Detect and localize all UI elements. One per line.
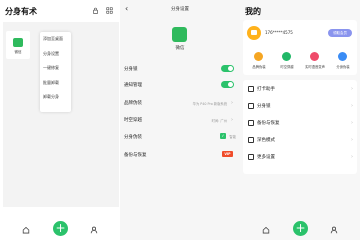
setting-row-backup[interactable]: 备份与恢复 VIP <box>123 148 237 162</box>
setting-label: 品牌伪装 <box>124 101 142 106</box>
lock-icon <box>248 103 254 109</box>
location-icon <box>282 52 291 61</box>
setting-label: 分身伪装 <box>124 135 142 140</box>
menu-item-repair[interactable]: 一键修复 <box>40 61 71 76</box>
menu-item-batch-uninstall[interactable]: 批量卸载 <box>40 76 71 91</box>
chevron-right-icon: › <box>231 100 233 106</box>
app-name: 微信 <box>175 46 185 51</box>
menu-item-backup[interactable]: 备份与恢复 › <box>243 116 357 131</box>
context-menu: 添加至桌面 分身设置 一键修复 批量卸载 卸载分身 <box>40 32 71 112</box>
calendar-icon <box>248 86 254 92</box>
user-card: 176*****4575 领取会员 品牌伪装 时空穿越 实时语音变声 分身伪装 <box>243 20 357 75</box>
home-screen: 分身有术 微信 添加至桌面 分身设置 一键修复 批量卸载 卸载分身 + <box>0 0 120 240</box>
vip-badge: VIP <box>222 151 233 157</box>
quick-action-label: 分身伪装 <box>336 65 350 69</box>
menu-item-add-desktop[interactable]: 添加至桌面 <box>40 32 71 47</box>
chevron-right-icon: › <box>351 120 353 126</box>
page-title: 分身有术 <box>5 7 37 16</box>
profile-icon[interactable] <box>90 226 98 234</box>
setting-row-clone-lock: 分身锁 <box>123 62 237 76</box>
add-clone-button[interactable]: + <box>293 221 308 236</box>
setting-value: 时间: 广州 <box>211 119 227 123</box>
menu-label: 打卡助手 <box>257 87 275 92</box>
wechat-icon <box>13 38 23 47</box>
clone-lock-toggle[interactable] <box>221 65 234 72</box>
setting-row-notifications: 通知管理 <box>123 78 237 92</box>
menu-item-uninstall[interactable]: 卸载分身 <box>40 90 71 105</box>
setting-value: 华为 P40 Pro 新版系统 <box>192 102 227 106</box>
microphone-icon <box>310 52 319 61</box>
page-title: 分身设置 <box>171 7 189 12</box>
profile-icon[interactable] <box>330 226 338 234</box>
checkbox-label: 智能 <box>229 135 236 139</box>
quick-action-label: 实时语音变声 <box>305 65 325 69</box>
quick-action-label: 时空穿越 <box>280 65 294 69</box>
setting-row-time-travel[interactable]: 时空穿越 时间: 广州 › <box>123 113 237 127</box>
disguise-icon <box>338 52 347 61</box>
menu-item-dark-mode[interactable]: 深色模式 › <box>243 133 357 148</box>
moon-icon <box>248 137 254 143</box>
clone-settings-screen: ‹ 分身设置 微信 分身锁 通知管理 品牌伪装 华为 P40 Pro 新版系统 … <box>120 0 240 240</box>
menu-item-clone-settings[interactable]: 分身设置 <box>40 47 71 62</box>
grid-icon[interactable] <box>106 7 113 14</box>
bottom-nav: + <box>0 216 120 240</box>
setting-row-brand-disguise[interactable]: 品牌伪装 华为 P40 Pro 新版系统 › <box>123 96 237 110</box>
settings-icon <box>248 154 254 160</box>
setting-label: 时空穿越 <box>124 118 142 123</box>
menu-label: 更多设置 <box>257 155 275 160</box>
quick-action-location[interactable]: 时空穿越 <box>273 50 301 72</box>
menu-item-more-settings[interactable]: 更多设置 › <box>243 150 357 165</box>
bottom-nav: + <box>240 216 360 240</box>
menu-label: 备份与恢复 <box>257 121 280 126</box>
chevron-right-icon: › <box>351 86 353 92</box>
quick-action-label: 品牌伪装 <box>252 65 266 69</box>
chevron-right-icon: › <box>351 103 353 109</box>
chevron-right-icon: › <box>351 154 353 160</box>
setting-label: 通知管理 <box>124 83 142 88</box>
notifications-toggle[interactable] <box>221 81 234 88</box>
menu-item-checkin[interactable]: 打卡助手 › <box>243 82 357 97</box>
page-title: 我的 <box>245 7 261 16</box>
add-clone-button[interactable]: + <box>53 221 68 236</box>
home-icon[interactable] <box>262 226 270 234</box>
profile-menu: 打卡助手 › 分身锁 › 备份与恢复 › 深色模式 › 更多设置 › <box>243 80 357 174</box>
menu-item-clone-lock[interactable]: 分身锁 › <box>243 99 357 114</box>
quick-action-voice[interactable]: 实时语音变声 <box>301 50 329 72</box>
quick-action-brand[interactable]: 品牌伪装 <box>245 50 273 72</box>
profile-screen: 我的 176*****4575 领取会员 品牌伪装 时空穿越 实时语音变声 分身… <box>240 0 360 240</box>
checkbox[interactable]: ✓ <box>220 133 226 139</box>
chevron-right-icon: › <box>231 117 233 123</box>
claim-vip-button[interactable]: 领取会员 <box>328 29 352 37</box>
chevron-right-icon: › <box>351 137 353 143</box>
backup-icon <box>248 120 254 126</box>
setting-row-clone-disguise: 分身伪装 ✓ 智能 <box>123 130 237 144</box>
setting-label: 备份与恢复 <box>124 153 147 158</box>
wechat-icon <box>172 27 187 42</box>
brand-icon <box>254 52 263 61</box>
app-tile-wechat[interactable]: 微信 <box>6 31 30 59</box>
app-label: 微信 <box>14 50 22 54</box>
user-id: 176*****4575 <box>265 30 293 35</box>
lock-icon[interactable] <box>92 7 99 14</box>
avatar[interactable] <box>247 26 261 40</box>
setting-label: 分身锁 <box>124 67 138 72</box>
home-icon[interactable] <box>22 226 30 234</box>
menu-label: 深色模式 <box>257 138 275 143</box>
quick-action-disguise[interactable]: 分身伪装 <box>329 50 357 72</box>
menu-label: 分身锁 <box>257 104 271 109</box>
